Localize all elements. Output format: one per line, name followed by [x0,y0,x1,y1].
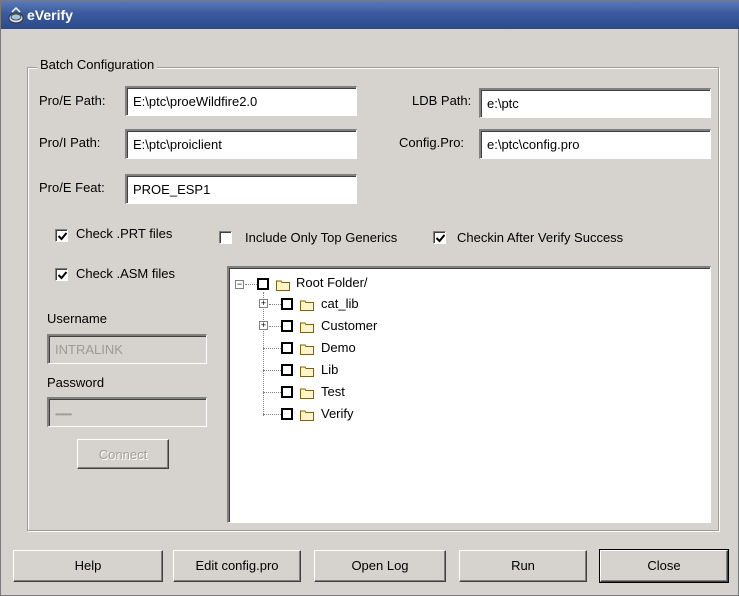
test-checkbox[interactable] [281,386,293,398]
password-field[interactable]: ••••••••• [47,397,207,427]
proe-path-field[interactable]: E:\ptc\proeWildfire2.0 [125,86,357,116]
tree-node-demo[interactable]: Demo [321,340,356,360]
tree-node-test[interactable]: Test [321,384,345,404]
help-button[interactable]: Help [13,550,163,582]
proe-feat-label: Pro/E Feat: [39,180,105,195]
close-button[interactable]: Close [599,549,729,583]
config-pro-field[interactable]: e:\ptc\config.pro [479,129,711,159]
everify-window: eVerify Batch Configuration Pro/E Path: … [0,0,739,596]
folder-icon [300,387,314,399]
proi-path-label: Pro/I Path: [39,135,101,150]
cat-lib-checkbox[interactable] [281,298,293,310]
folder-tree[interactable]: − Root Folder/ + cat_lib + Customer Demo [227,266,711,523]
root-folder-checkbox[interactable] [257,278,269,290]
tree-node-verify[interactable]: Verify [321,406,354,426]
checkin-after-checkbox[interactable] [433,231,446,244]
title-bar[interactable]: eVerify [1,1,739,29]
proi-path-field[interactable]: E:\ptc\proiclient [125,129,357,159]
proe-path-label: Pro/E Path: [39,93,106,108]
proe-feat-field[interactable]: PROE_ESP1 [125,174,357,204]
folder-icon [300,299,314,311]
ldb-path-field[interactable]: e:\ptc [479,88,711,118]
check-prt-checkbox[interactable] [55,229,68,242]
tree-node-root[interactable]: Root Folder/ [296,275,368,295]
password-mask: ••••••••• [55,410,72,419]
checkmark-icon [57,271,68,280]
username-label: Username [47,311,107,326]
tree-node-cat-lib[interactable]: cat_lib [321,296,359,316]
run-button[interactable]: Run [459,550,587,582]
folder-icon [276,279,290,291]
tree-node-lib[interactable]: Lib [321,362,338,382]
tree-node-customer[interactable]: Customer [321,318,377,338]
check-asm-label: Check .ASM files [76,266,175,281]
window-title: eVerify [27,7,73,23]
customer-checkbox[interactable] [281,320,293,332]
folder-icon [300,343,314,355]
checkmark-icon [435,234,446,243]
demo-checkbox[interactable] [281,342,293,354]
ldb-path-label: LDB Path: [412,93,472,108]
top-generics-checkbox[interactable] [219,231,232,244]
collapse-root-icon[interactable]: − [235,280,244,289]
edit-config-button[interactable]: Edit config.pro [173,550,301,582]
lib-checkbox[interactable] [281,364,293,376]
batch-configuration-legend: Batch Configuration [37,57,158,72]
check-prt-label: Check .PRT files [76,226,173,241]
folder-icon [300,321,314,333]
config-pro-label: Config.Pro: [399,135,465,150]
checkin-after-label: Checkin After Verify Success [457,230,624,245]
folder-icon [300,409,314,421]
expand-cat-lib-icon[interactable]: + [259,299,268,308]
expand-customer-icon[interactable]: + [259,321,268,330]
top-generics-label: Include Only Top Generics [245,230,398,245]
app-icon [7,6,25,24]
check-asm-checkbox[interactable] [55,268,68,281]
checkmark-icon [57,232,68,241]
open-log-button[interactable]: Open Log [314,550,446,582]
password-label: Password [47,375,105,390]
folder-icon [300,365,314,377]
verify-checkbox[interactable] [281,408,293,420]
username-field[interactable]: INTRALINK [47,334,207,364]
connect-button[interactable]: Connect [77,439,169,469]
